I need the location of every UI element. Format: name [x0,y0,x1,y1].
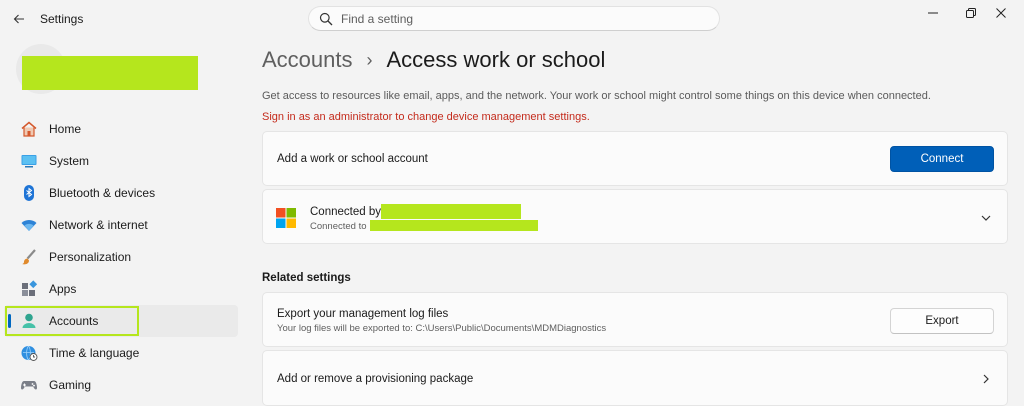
connected-by-label: Connected by [310,206,381,218]
card-title: Add a work or school account [277,153,428,165]
home-icon [20,120,38,138]
connected-by-redacted [381,204,521,219]
minimize-icon [928,12,938,14]
breadcrumb-parent-link[interactable]: Accounts [262,47,353,73]
microsoft-logo-icon [276,208,296,228]
sidebar-item-label: Gaming [49,378,92,392]
sidebar-item-bluetooth[interactable]: Bluetooth & devices [4,177,238,209]
globe-clock-icon [20,344,38,362]
restore-icon [966,8,976,18]
connected-account-card[interactable]: Connected by Connected to [262,189,1008,244]
connect-button[interactable]: Connect [890,146,994,172]
system-icon [20,152,38,170]
back-button[interactable] [8,8,30,30]
bluetooth-icon [20,184,38,202]
card-subtitle: Your log files will be exported to: C:\U… [277,323,607,334]
breadcrumb: Accounts › Access work or school [262,44,605,76]
sidebar-item-label: Time & language [49,346,140,360]
sidebar-item-label: System [49,154,90,168]
page-description: Get access to resources like email, apps… [262,90,931,102]
profile-name-redacted [22,56,198,90]
export-logs-card: Export your management log files Your lo… [262,292,1008,347]
sidebar-item-home[interactable]: Home [4,113,238,145]
close-button[interactable] [978,0,1024,26]
sidebar-item-accounts[interactable]: Accounts [4,305,238,337]
search-input[interactable] [341,11,701,26]
close-icon [996,8,1006,18]
sidebar-item-label: Bluetooth & devices [49,186,156,200]
back-arrow-icon [13,14,24,24]
wifi-icon [20,216,38,234]
search-box[interactable] [308,6,720,31]
sidebar-nav: Home System Bluetooth & devices Network … [4,113,238,401]
add-account-card: Add a work or school account Connect [262,131,1008,186]
connected-to-label: Connected to [310,221,367,232]
sidebar-item-label: Network & internet [49,218,148,232]
chevron-right-icon [983,374,989,384]
brush-icon [20,248,38,266]
highlight-outline [5,306,139,336]
apps-icon [20,280,38,298]
sidebar-item-time-language[interactable]: Time & language [4,337,238,369]
connected-to-redacted [370,220,538,231]
gamepad-icon [20,376,38,394]
sidebar-item-label: Home [49,122,82,136]
app-title: Settings [40,12,84,26]
sidebar-item-system[interactable]: System [4,145,238,177]
card-title: Add or remove a provisioning package [277,373,474,385]
chevron-down-icon[interactable] [979,211,993,225]
page-title: Access work or school [386,47,606,72]
search-icon [319,12,333,25]
sidebar-item-personalization[interactable]: Personalization [4,241,238,273]
export-button[interactable]: Export [890,308,994,334]
sidebar-item-apps[interactable]: Apps [4,273,238,305]
card-title: Export your management log files [277,308,449,320]
related-settings-heading: Related settings [262,272,351,284]
admin-warning: Sign in as an administrator to change de… [262,111,590,123]
provisioning-package-card[interactable]: Add or remove a provisioning package [262,350,1008,406]
sidebar-item-label: Apps [49,282,77,296]
title-bar: Settings [0,0,1024,38]
sidebar-item-label: Personalization [49,250,132,264]
breadcrumb-separator: › [366,49,373,70]
sidebar-item-network[interactable]: Network & internet [4,209,238,241]
sidebar-item-gaming[interactable]: Gaming [4,369,238,401]
